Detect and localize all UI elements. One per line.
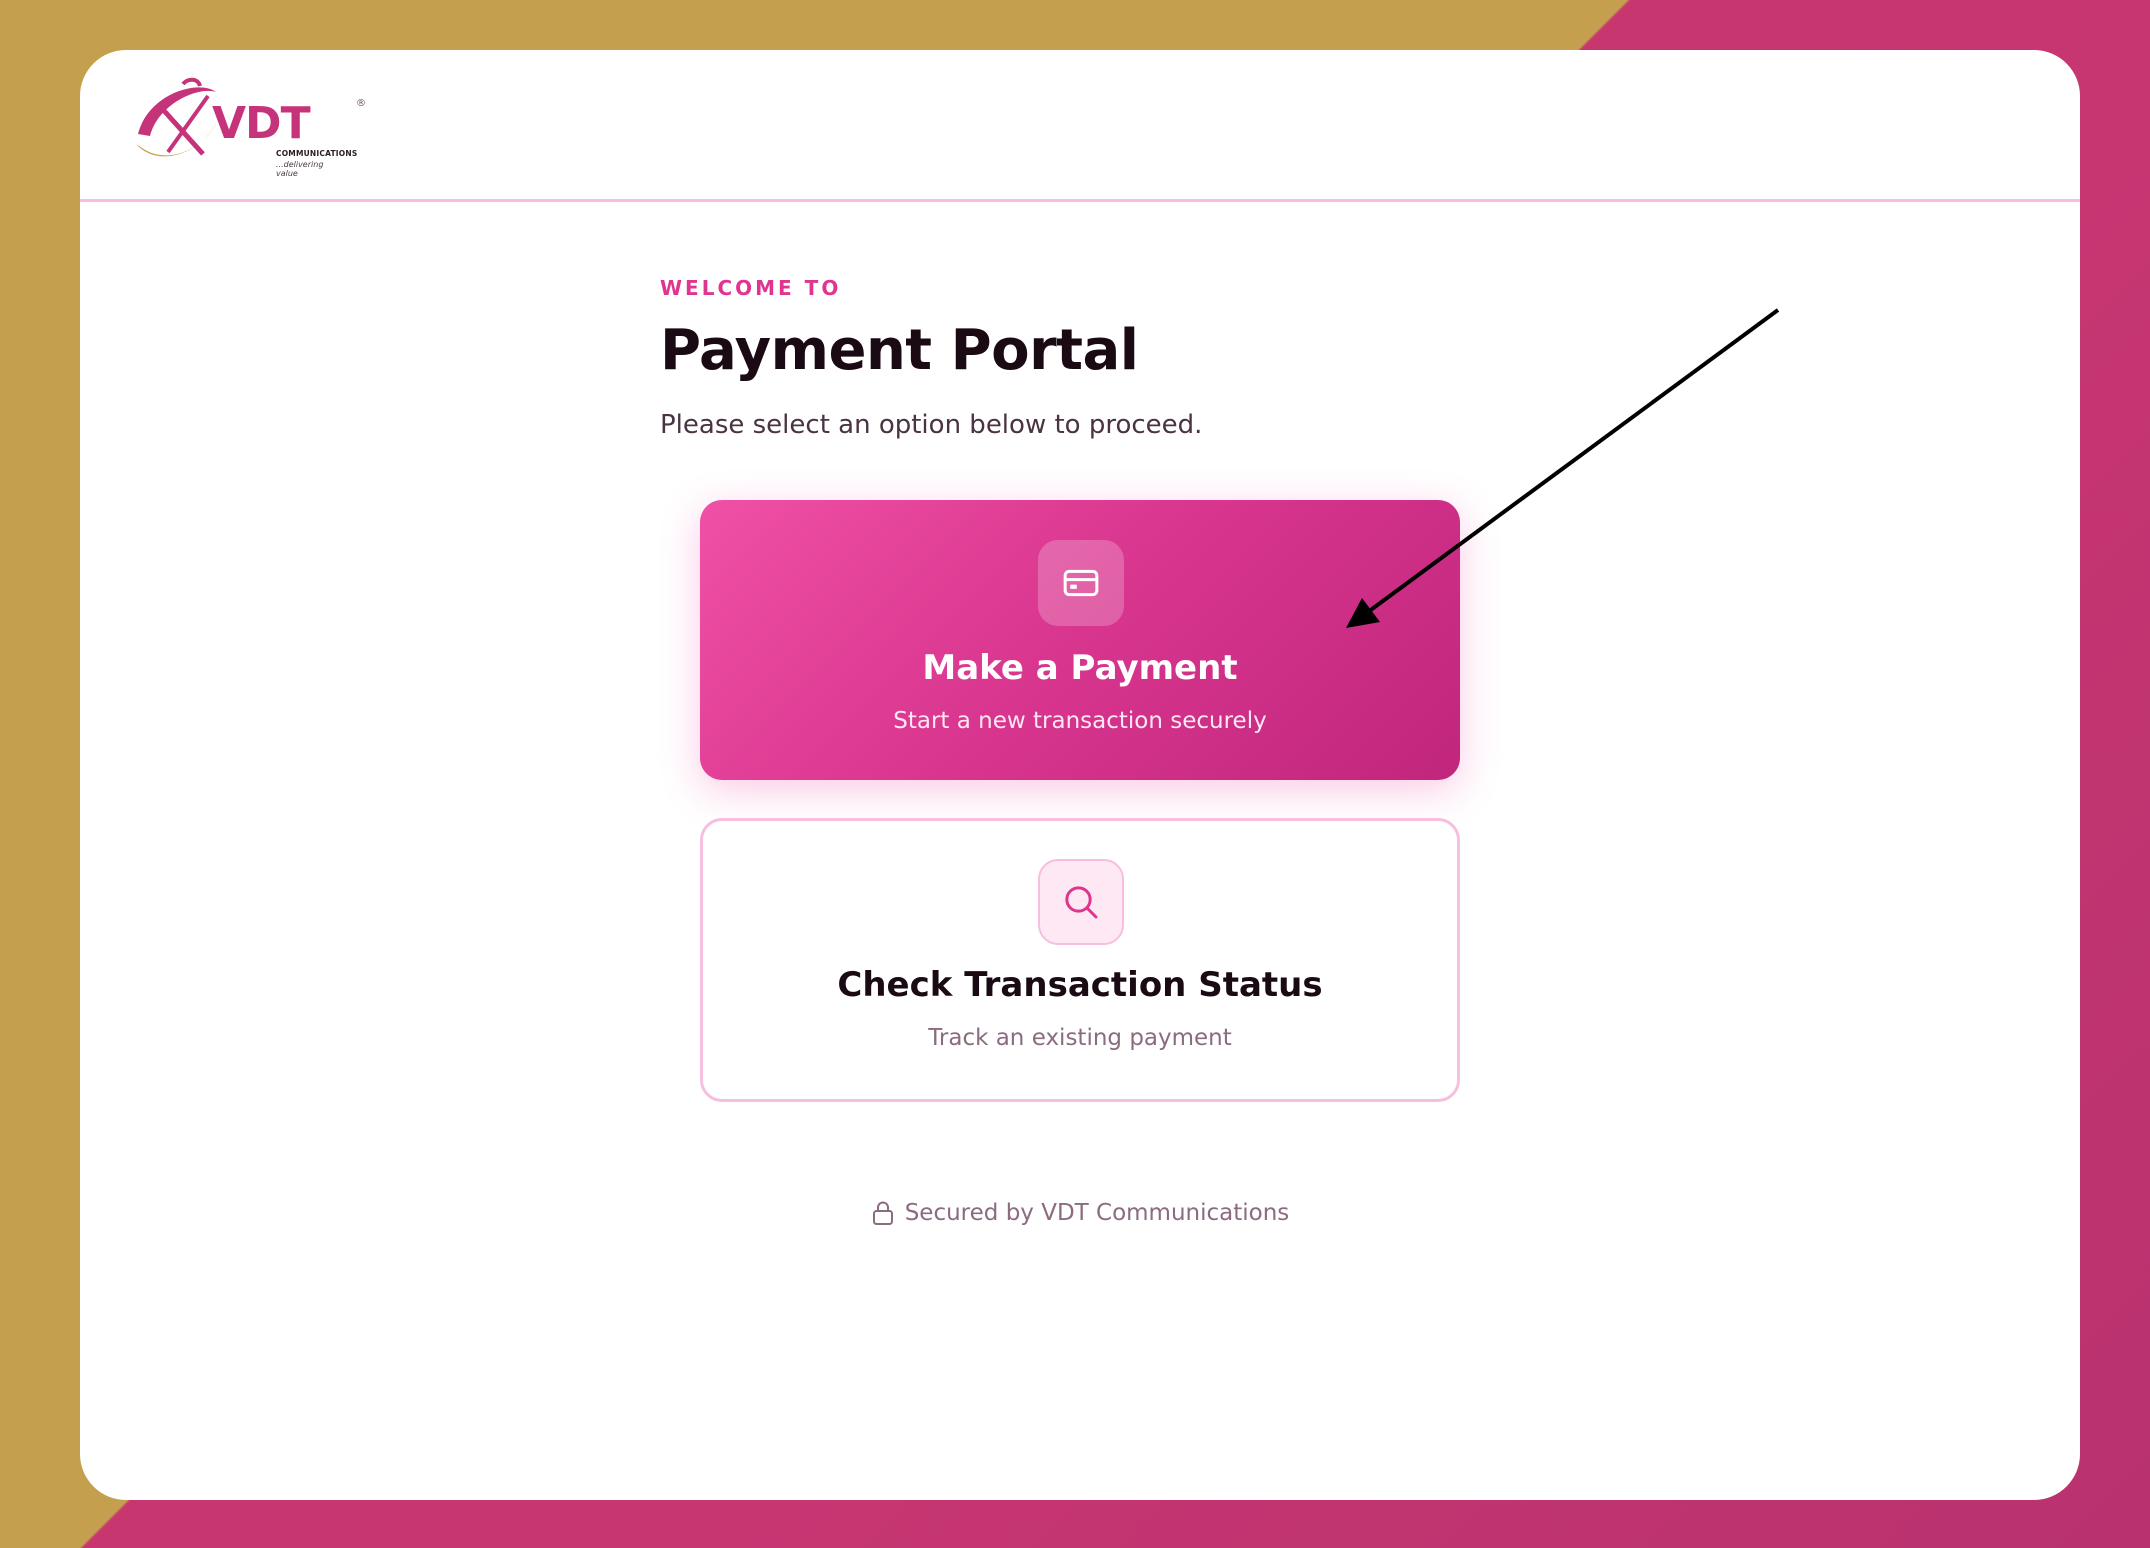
lock-icon [871, 1200, 895, 1226]
logo-text: VDT [212, 98, 311, 149]
page-subtitle: Please select an option below to proceed… [660, 410, 1203, 440]
logo-registered: ® [356, 98, 366, 109]
secured-footer: Secured by VDT Communications [80, 1200, 2080, 1226]
vdt-logo[interactable]: VDT ® COMMUNICATIONS ...delivering value [128, 74, 366, 178]
search-icon [1038, 859, 1124, 945]
make-payment-description: Start a new transaction securely [893, 708, 1267, 734]
header: VDT ® COMMUNICATIONS ...delivering value [80, 50, 2080, 202]
logo-tagline: ...delivering value [276, 160, 324, 178]
page-title: Payment Portal [660, 318, 1139, 383]
check-status-button[interactable]: Check Transaction Status Track an existi… [700, 818, 1460, 1102]
check-status-description: Track an existing payment [928, 1025, 1232, 1051]
portal-card: VDT ® COMMUNICATIONS ...delivering value… [80, 50, 2080, 1500]
credit-card-icon [1038, 540, 1124, 626]
logo-subtitle: COMMUNICATIONS [276, 149, 358, 158]
logo-swoosh-icon [136, 77, 218, 157]
make-payment-button[interactable]: Make a Payment Start a new transaction s… [700, 500, 1460, 780]
check-status-title: Check Transaction Status [837, 965, 1323, 1005]
secured-text: Secured by VDT Communications [904, 1200, 1290, 1226]
welcome-eyebrow: WELCOME TO [660, 276, 842, 300]
make-payment-title: Make a Payment [922, 648, 1238, 688]
